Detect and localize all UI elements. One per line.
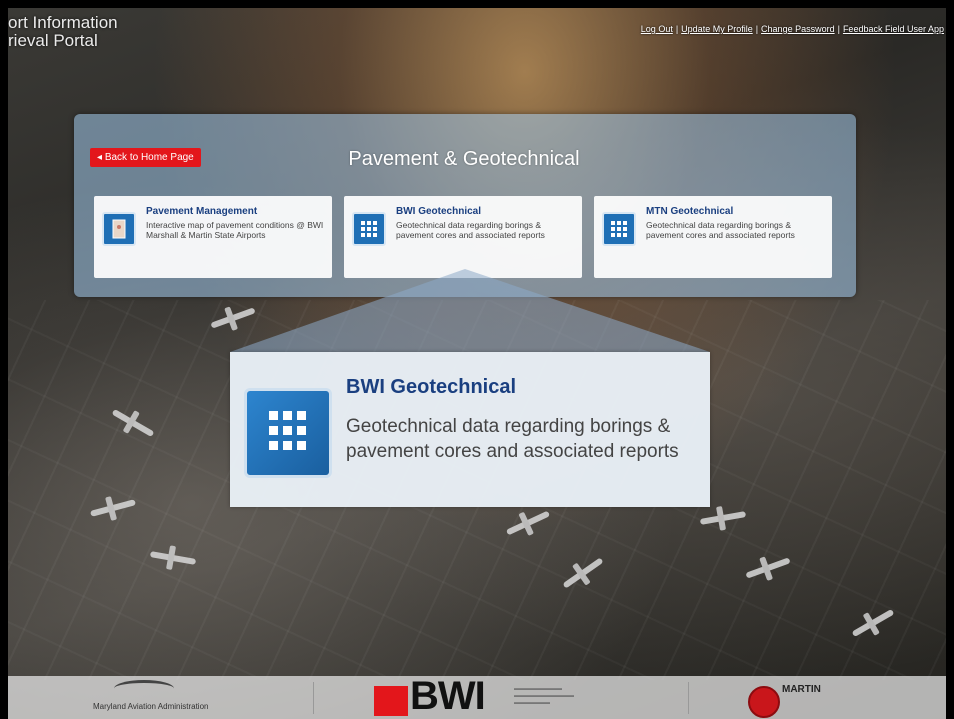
card-title: MTN Geotechnical <box>646 206 734 217</box>
card-description: Geotechnical data regarding borings & pa… <box>396 220 545 240</box>
grid-dots-icon <box>602 212 636 246</box>
card-description: Interactive map of pavement conditions @… <box>146 220 324 240</box>
mda-logo: Maryland Aviation Administration <box>88 680 258 716</box>
zoom-callout: BWI Geotechnical Geotechnical data regar… <box>230 352 710 507</box>
frame-border <box>946 0 954 719</box>
zoom-callout-description: Geotechnical data regarding borings & pa… <box>346 416 679 462</box>
footer-logos: Maryland Aviation Administration BWI ▬▬▬… <box>8 674 946 719</box>
update-profile-link[interactable]: Update My Profile <box>681 24 753 34</box>
panel-title: Pavement & Geotechnical <box>348 148 580 170</box>
card-pavement-management[interactable]: Pavement Management Interactive map of p… <box>94 196 332 278</box>
map-icon <box>102 212 136 246</box>
footer-divider <box>688 682 689 714</box>
card-title: BWI Geotechnical <box>396 206 482 217</box>
frame-border <box>0 0 8 719</box>
site-title: ort Information rieval Portal <box>8 13 118 50</box>
star-seal-icon <box>748 686 780 718</box>
footer-divider <box>313 682 314 714</box>
frame-border <box>0 0 954 8</box>
grid-dots-icon <box>352 212 386 246</box>
card-bwi-geotechnical[interactable]: BWI Geotechnical Geotechnical data regar… <box>344 196 582 278</box>
card-title: Pavement Management <box>146 206 258 217</box>
grid-dots-icon <box>244 388 332 478</box>
martin-state-logo: MARTIN <box>748 680 868 718</box>
change-password-link[interactable]: Change Password <box>761 24 835 34</box>
bwi-logo: BWI ▬▬▬▬▬▬▬▬ ▬▬▬▬▬▬▬▬▬▬ ▬▬▬▬▬▬ <box>368 674 638 718</box>
bwi-flag-icon <box>374 686 408 716</box>
zoom-callout-pointer <box>230 269 710 352</box>
top-links: Log Out | Update My Profile | Change Passwor… <box>640 24 944 34</box>
feedback-link[interactable]: Feedback Field User App <box>843 24 944 34</box>
bwi-logo-subtext: ▬▬▬▬▬▬▬▬ ▬▬▬▬▬▬▬▬▬▬ ▬▬▬▬▬▬ <box>514 686 574 706</box>
back-arrow-icon: ◂ <box>97 152 105 163</box>
zoom-callout-title: BWI Geotechnical <box>346 376 517 398</box>
card-description: Geotechnical data regarding borings & pa… <box>646 220 795 240</box>
log-out-link[interactable]: Log Out <box>641 24 673 34</box>
back-to-home-button[interactable]: ◂ Back to Home Page <box>90 148 201 167</box>
mda-swoosh-icon <box>114 680 174 697</box>
card-mtn-geotechnical[interactable]: MTN Geotechnical Geotechnical data regar… <box>594 196 832 278</box>
